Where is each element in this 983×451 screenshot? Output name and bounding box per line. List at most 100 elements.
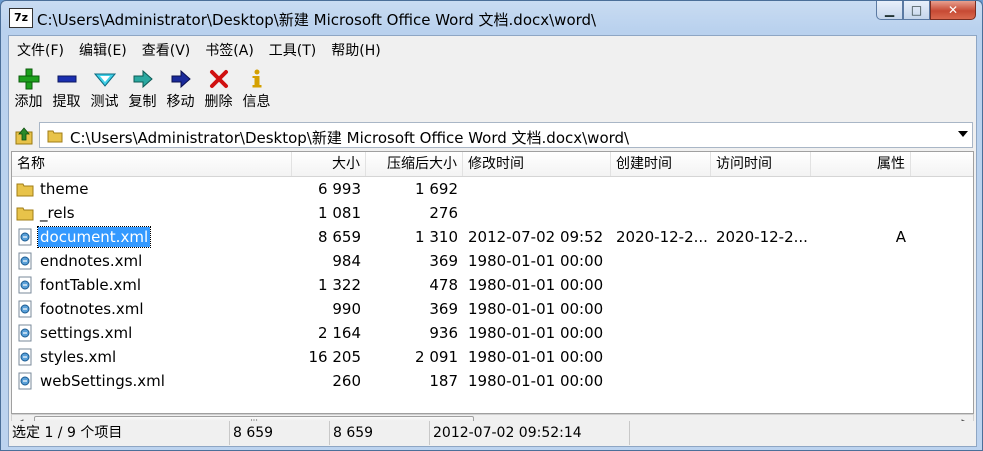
file-accessed-cell xyxy=(711,177,811,201)
minimize-button[interactable]: ▁ xyxy=(876,1,903,20)
file-name: document.xml xyxy=(36,226,152,248)
move-label: 移动 xyxy=(166,94,195,110)
xml-file-icon xyxy=(18,252,32,270)
file-modified-cell xyxy=(463,177,611,201)
file-attr-cell xyxy=(811,369,911,393)
file-modified-cell: 1980-01-01 00:00 xyxy=(468,372,604,390)
column-modified[interactable]: 修改时间 xyxy=(463,152,611,176)
delete-x-icon xyxy=(209,70,228,88)
chevron-down-icon[interactable] xyxy=(958,131,968,137)
file-name-cell[interactable]: document.xml xyxy=(16,226,152,248)
column-size[interactable]: 大小 xyxy=(292,152,366,176)
close-button[interactable]: ✕ xyxy=(930,1,976,20)
up-folder-button[interactable] xyxy=(12,124,36,148)
test-button[interactable]: 测试 xyxy=(86,63,123,115)
file-name-cell[interactable]: footnotes.xml xyxy=(16,299,146,319)
menu-bookmarks[interactable]: 书签(A) xyxy=(197,36,261,62)
column-attributes[interactable]: 属性 xyxy=(811,152,911,176)
file-packed-cell: 369 xyxy=(429,252,458,270)
extract-button[interactable]: 提取 xyxy=(48,63,85,115)
info-label: 信息 xyxy=(242,94,271,110)
file-modified-cell: 1980-01-01 00:00 xyxy=(468,348,604,366)
menu-help[interactable]: 帮助(H) xyxy=(323,36,387,62)
file-row[interactable]: fontTable.xml 1 322 478 1980-01-01 00:00 xyxy=(12,273,973,297)
menu-bar: 文件(F) 编辑(E) 查看(V) 书签(A) 工具(T) 帮助(H) xyxy=(9,36,976,62)
maximize-button[interactable]: □ xyxy=(903,1,930,20)
file-row[interactable]: webSettings.xml 260 187 1980-01-01 00:00 xyxy=(12,369,973,393)
file-modified-cell: 1980-01-01 00:00 xyxy=(468,300,604,318)
xml-file-icon xyxy=(18,372,32,390)
status-modified: 2012-07-02 09:52:14 xyxy=(430,421,630,445)
file-name-cell[interactable]: theme xyxy=(16,179,90,199)
file-size-cell: 2 164 xyxy=(318,324,361,342)
folder-icon xyxy=(16,207,34,221)
file-name: _rels xyxy=(40,204,75,222)
file-created-cell xyxy=(611,249,711,273)
file-row[interactable]: _rels 1 081 276 xyxy=(12,201,973,225)
menu-edit[interactable]: 编辑(E) xyxy=(71,36,134,62)
7zip-app-icon[interactable]: 7z xyxy=(9,8,33,28)
minus-icon xyxy=(57,75,76,83)
file-name-cell[interactable]: webSettings.xml xyxy=(16,371,167,391)
add-button[interactable]: 添加 xyxy=(10,63,47,115)
title-bar[interactable]: 7z C:\Users\Administrator\Desktop\新建 Mic… xyxy=(1,1,982,35)
file-created-cell xyxy=(611,273,711,297)
file-row[interactable]: footnotes.xml 990 369 1980-01-01 00:00 xyxy=(12,297,973,321)
menu-tools[interactable]: 工具(T) xyxy=(261,36,323,62)
address-field[interactable]: C:\Users\Administrator\Desktop\新建 Micros… xyxy=(39,122,973,148)
file-attr-cell xyxy=(811,321,911,345)
copy-button[interactable]: 复制 xyxy=(124,63,161,115)
column-created[interactable]: 创建时间 xyxy=(611,152,711,176)
file-accessed-cell xyxy=(711,345,811,369)
extract-label: 提取 xyxy=(52,94,81,110)
file-name-cell[interactable]: styles.xml xyxy=(16,347,118,367)
file-accessed-cell xyxy=(711,201,811,225)
info-icon xyxy=(252,69,261,88)
column-name[interactable]: 名称 xyxy=(12,152,292,176)
file-size-cell: 1 322 xyxy=(318,276,361,294)
close-icon: ✕ xyxy=(947,3,959,17)
file-name-cell[interactable]: fontTable.xml xyxy=(16,275,143,295)
file-attr-cell xyxy=(811,201,911,225)
file-size-cell: 260 xyxy=(332,372,361,390)
file-row[interactable]: document.xml 8 659 1 310 2012-07-02 09:52 20… xyxy=(12,225,973,249)
file-accessed-cell xyxy=(711,297,811,321)
file-name: endnotes.xml xyxy=(40,252,143,270)
folder-up-icon xyxy=(15,127,33,145)
file-size-cell: 990 xyxy=(332,300,361,318)
file-packed-cell: 276 xyxy=(429,204,458,222)
file-accessed-cell xyxy=(711,273,811,297)
file-list[interactable]: 名称 大小 压缩后大小 修改时间 创建时间 访问时间 属性 theme 6 993… xyxy=(11,151,974,414)
file-size-cell: 16 205 xyxy=(308,348,362,366)
file-row[interactable]: theme 6 993 1 692 xyxy=(12,177,973,201)
xml-file-icon xyxy=(18,348,32,366)
file-created-cell xyxy=(611,369,711,393)
file-attr-cell: A xyxy=(895,228,906,246)
file-attr-cell xyxy=(811,345,911,369)
file-name-cell[interactable]: endnotes.xml xyxy=(16,251,144,271)
info-button[interactable]: 信息 xyxy=(238,63,275,115)
file-row[interactable]: endnotes.xml 984 369 1980-01-01 00:00 xyxy=(12,249,973,273)
file-attr-cell xyxy=(811,249,911,273)
file-row[interactable]: settings.xml 2 164 936 1980-01-01 00:00 xyxy=(12,321,973,345)
file-packed-cell: 478 xyxy=(429,276,458,294)
menu-view[interactable]: 查看(V) xyxy=(134,36,198,62)
address-path: C:\Users\Administrator\Desktop\新建 Micros… xyxy=(70,129,630,147)
file-name-cell[interactable]: settings.xml xyxy=(16,323,134,343)
move-arrow-icon xyxy=(171,69,191,89)
file-name-cell[interactable]: _rels xyxy=(16,203,77,223)
maximize-icon: □ xyxy=(910,3,923,17)
menu-file[interactable]: 文件(F) xyxy=(9,36,71,62)
file-name: theme xyxy=(40,180,89,198)
status-selection: 选定 1 / 9 个项目 xyxy=(9,421,230,445)
file-row[interactable]: styles.xml 16 205 2 091 1980-01-01 00:00 xyxy=(12,345,973,369)
delete-button[interactable]: 删除 xyxy=(200,63,237,115)
column-packed-size[interactable]: 压缩后大小 xyxy=(366,152,463,176)
move-button[interactable]: 移动 xyxy=(162,63,199,115)
column-accessed[interactable]: 访问时间 xyxy=(711,152,811,176)
plus-icon xyxy=(18,68,39,90)
xml-file-icon xyxy=(18,324,32,342)
file-accessed-cell xyxy=(711,249,811,273)
file-attr-cell xyxy=(811,297,911,321)
xml-file-icon xyxy=(18,300,32,318)
